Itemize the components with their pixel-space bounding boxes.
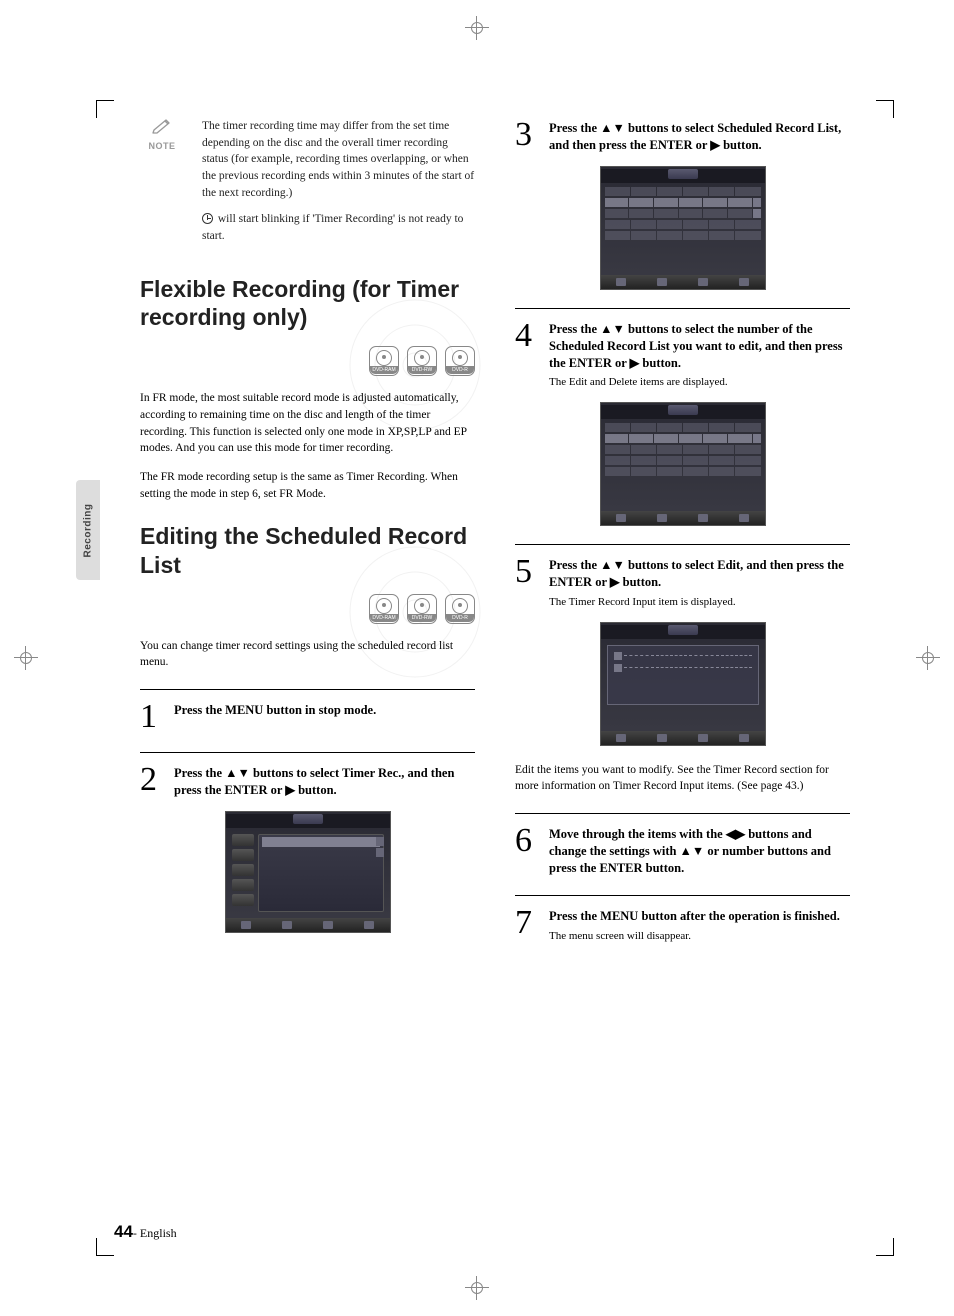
step-number: 4 xyxy=(515,319,539,390)
editing-intro: You can change timer record settings usi… xyxy=(140,638,475,671)
ui-screenshot-menu xyxy=(225,811,391,933)
crop-mark xyxy=(876,1238,894,1256)
ui-screenshot-list-edit xyxy=(600,402,766,526)
registration-mark-top xyxy=(465,16,489,40)
registration-mark-right xyxy=(916,646,940,670)
step-5-para: Edit the items you want to modify. See t… xyxy=(515,762,850,795)
step-6: 6 Move through the items with the ◀▶ but… xyxy=(515,824,850,877)
crop-mark xyxy=(96,100,114,118)
crop-mark xyxy=(96,1238,114,1256)
editing-section: Editing the Scheduled Record List xyxy=(140,522,475,580)
separator xyxy=(140,689,475,690)
content-columns: NOTE The timer recording time may differ… xyxy=(140,118,850,950)
disc-badge-r: DVD-R xyxy=(445,594,475,624)
clock-icon xyxy=(202,213,213,224)
disc-badge-ram: DVD-RAM xyxy=(369,346,399,376)
note-body: The timer recording time may differ from… xyxy=(202,118,475,255)
disc-badge-rw: DVD-RW xyxy=(407,346,437,376)
page-lang: - English xyxy=(133,1226,177,1240)
page-footer: 44- English xyxy=(114,1222,177,1242)
note-label: NOTE xyxy=(140,141,184,151)
step-number: 2 xyxy=(140,763,164,799)
step-6-text: Move through the items with the ◀▶ butto… xyxy=(549,824,850,877)
separator xyxy=(515,813,850,814)
step-3-text: Press the ▲▼ buttons to select Scheduled… xyxy=(549,118,850,154)
step-number: 3 xyxy=(515,118,539,154)
registration-mark-left xyxy=(14,646,38,670)
right-column: 3 Press the ▲▼ buttons to select Schedul… xyxy=(515,118,850,950)
note-block: NOTE The timer recording time may differ… xyxy=(140,118,475,255)
page: Recording NOTE The timer recording time … xyxy=(0,0,954,1316)
crop-mark xyxy=(876,100,894,118)
section-title-editing: Editing the Scheduled Record List xyxy=(140,522,475,580)
step-1-text: Press the MENU button in stop mode. xyxy=(174,700,376,734)
flexible-p2: The FR mode recording setup is the same … xyxy=(140,469,475,502)
flexible-section: Flexible Recording (for Timer recording … xyxy=(140,275,475,333)
flexible-p1: In FR mode, the most suitable record mod… xyxy=(140,390,475,457)
note-icon-box: NOTE xyxy=(140,118,184,255)
step-4: 4 Press the ▲▼ buttons to select the num… xyxy=(515,319,850,390)
note-p2: will start blinking if 'Timer Recording'… xyxy=(202,211,475,244)
pencil-icon xyxy=(140,118,184,139)
step-5-note: The Timer Record Input item is displayed… xyxy=(549,595,850,610)
step-7-text: Press the MENU button after the operatio… xyxy=(549,906,840,944)
step-4-note: The Edit and Delete items are displayed. xyxy=(549,375,850,390)
ui-screenshot-input xyxy=(600,622,766,746)
disc-badges-2: DVD-RAM DVD-RW DVD-R xyxy=(140,594,475,624)
disc-badge-ram: DVD-RAM xyxy=(369,594,399,624)
step-3: 3 Press the ▲▼ buttons to select Schedul… xyxy=(515,118,850,154)
disc-badge-rw: DVD-RW xyxy=(407,594,437,624)
step-7: 7 Press the MENU button after the operat… xyxy=(515,906,850,944)
step-1: 1 Press the MENU button in stop mode. xyxy=(140,700,475,734)
separator xyxy=(515,895,850,896)
separator xyxy=(515,544,850,545)
step-4-text: Press the ▲▼ buttons to select the numbe… xyxy=(549,319,850,390)
section-title-flexible: Flexible Recording (for Timer recording … xyxy=(140,275,475,333)
separator xyxy=(515,308,850,309)
note-p1: The timer recording time may differ from… xyxy=(202,118,475,201)
step-7-note: The menu screen will disappear. xyxy=(549,929,840,944)
disc-badges: DVD-RAM DVD-RW DVD-R xyxy=(140,346,475,376)
separator xyxy=(140,752,475,753)
step-number: 7 xyxy=(515,906,539,944)
step-5: 5 Press the ▲▼ buttons to select Edit, a… xyxy=(515,555,850,610)
sidebar-label: Recording xyxy=(83,503,94,557)
step-number: 1 xyxy=(140,700,164,734)
ui-screenshot-list xyxy=(600,166,766,290)
registration-mark-bottom xyxy=(465,1276,489,1300)
step-number: 6 xyxy=(515,824,539,877)
step-2: 2 Press the ▲▼ buttons to select Timer R… xyxy=(140,763,475,799)
step-5-text: Press the ▲▼ buttons to select Edit, and… xyxy=(549,555,850,610)
step-number: 5 xyxy=(515,555,539,610)
disc-badge-r: DVD-R xyxy=(445,346,475,376)
left-column: NOTE The timer recording time may differ… xyxy=(140,118,475,950)
sidebar-tab-recording: Recording xyxy=(76,480,100,580)
page-number: 44 xyxy=(114,1222,133,1241)
step-2-text: Press the ▲▼ buttons to select Timer Rec… xyxy=(174,763,475,799)
